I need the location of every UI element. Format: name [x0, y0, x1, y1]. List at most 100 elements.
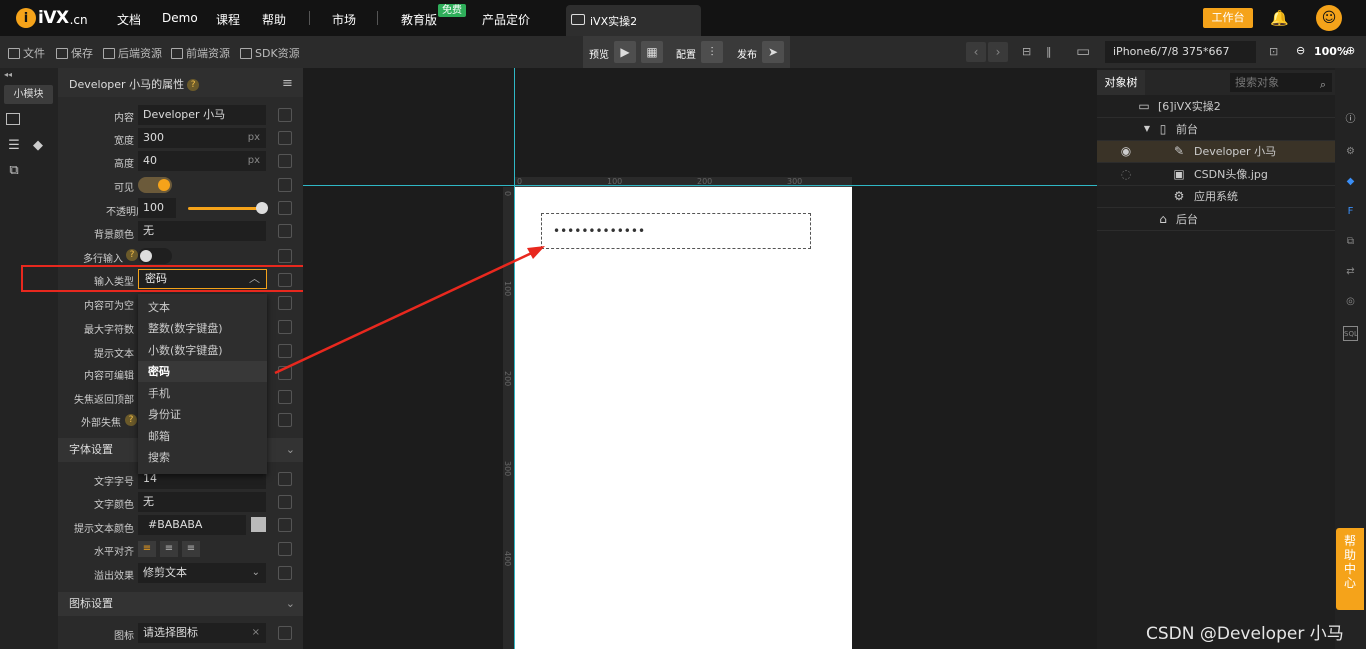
nav-demo[interactable]: Demo [162, 11, 198, 25]
event-icon[interactable]: ◆ [1343, 174, 1358, 189]
frontend-assets-button[interactable]: 前端资源 [171, 45, 230, 61]
copy-icon[interactable] [278, 366, 292, 380]
help-center-tab[interactable]: 帮助中心 [1336, 528, 1364, 610]
function-icon[interactable]: F [1343, 204, 1358, 219]
tree-item-project[interactable]: ▭ [6]iVX实操2 [1097, 96, 1335, 118]
copy-icon[interactable] [278, 224, 292, 238]
copy-icon[interactable] [278, 518, 292, 532]
width-input[interactable]: 300 px [138, 128, 266, 148]
option-decimal[interactable]: 小数(数字键盘) [138, 340, 267, 361]
opacity-slider-handle[interactable] [256, 202, 268, 214]
tree-item-input[interactable]: ◉ ✎ Developer 小马 [1097, 141, 1335, 163]
nav-docs[interactable]: 文档 [117, 11, 141, 28]
info-icon[interactable]: ⓘ [1343, 112, 1358, 127]
diamond-icon[interactable]: ◆ [30, 138, 46, 154]
logo[interactable]: i iVX .cn [16, 6, 96, 30]
copy-icon[interactable] [278, 472, 292, 486]
help-icon[interactable]: ? [125, 414, 137, 426]
database-icon[interactable]: ◎ [1343, 294, 1358, 309]
height-input[interactable]: 40 px [138, 151, 266, 171]
copy-icon[interactable] [278, 542, 292, 556]
tune-icon[interactable]: ☰ [6, 138, 22, 154]
edit-icon[interactable] [6, 113, 20, 125]
nav-help[interactable]: 帮助 [262, 11, 286, 28]
redo-arrow-icon[interactable]: › [988, 42, 1008, 62]
option-text[interactable]: 文本 [138, 297, 267, 318]
bell-icon[interactable]: 🔔 [1270, 9, 1289, 27]
eye-icon[interactable]: ◉ [1119, 144, 1133, 158]
copy-icon[interactable] [278, 201, 292, 215]
play-icon[interactable]: ▶ [614, 41, 636, 63]
file-tab[interactable]: iVX实操2 [566, 5, 701, 36]
option-integer[interactable]: 整数(数字键盘) [138, 318, 267, 339]
align-right-icon[interactable]: ≡ [182, 541, 200, 557]
password-input-component[interactable]: ••••••••••••• [541, 213, 811, 249]
opacity-slider-track[interactable] [188, 207, 262, 210]
copy-icon[interactable] [278, 178, 292, 192]
copy-icon[interactable] [278, 566, 292, 580]
align-icon[interactable]: ⊟ [1022, 45, 1031, 58]
nav-course[interactable]: 课程 [216, 11, 240, 28]
send-icon[interactable]: ➤ [762, 41, 784, 63]
nav-education[interactable]: 教育版 [401, 11, 437, 28]
option-search[interactable]: 搜索 [138, 447, 267, 468]
option-id-card[interactable]: 身份证 [138, 404, 267, 425]
save-button[interactable]: 保存 [56, 45, 93, 61]
copy-icon[interactable] [278, 626, 292, 640]
option-password[interactable]: 密码 [138, 361, 267, 382]
tree-item-frontend[interactable]: ▼ ▯ 前台 [1097, 119, 1335, 141]
copy-icon[interactable] [278, 154, 292, 168]
align-left-icon[interactable]: ≡ [138, 541, 156, 557]
option-phone[interactable]: 手机 [138, 383, 267, 404]
clear-icon[interactable]: × [252, 623, 260, 643]
fit-screen-icon[interactable]: ⊡ [1269, 45, 1278, 58]
search-icon[interactable]: ⌕ [1320, 75, 1326, 94]
icon-settings-header[interactable]: 图标设置 ⌄ [58, 592, 303, 616]
align-center-icon[interactable]: ≡ [160, 541, 178, 557]
distribute-icon[interactable]: ‖ [1046, 45, 1052, 58]
tree-item-backend[interactable]: ⌂ 后台 [1097, 209, 1335, 231]
zoom-in-icon[interactable]: ⊕ [1346, 44, 1355, 57]
collapse-icon[interactable]: ◂◂ [4, 70, 12, 79]
undo-arrow-icon[interactable]: ‹ [966, 42, 986, 62]
search-doc-icon[interactable]: ⧉ [6, 163, 22, 179]
workbench-button[interactable]: 工作台 [1203, 8, 1253, 28]
copy-icon[interactable] [278, 413, 292, 427]
module-tab[interactable]: 小模块 [4, 85, 53, 104]
file-button[interactable]: 文件 [8, 45, 45, 61]
copy-icon[interactable] [278, 495, 292, 509]
copy-icon[interactable] [278, 108, 292, 122]
sliders-icon[interactable]: ⫶ [701, 41, 723, 63]
backend-assets-button[interactable]: 后端资源 [103, 45, 162, 61]
component-settings-icon[interactable]: ⚙ [1343, 144, 1358, 159]
overflow-select[interactable]: 修剪文本 ⌄ [138, 563, 266, 583]
sql-icon[interactable]: SQL [1343, 326, 1358, 341]
nav-market[interactable]: 市场 [332, 11, 356, 28]
qr-icon[interactable]: ▦ [641, 41, 663, 63]
color-swatch[interactable] [251, 517, 266, 532]
copy-icon[interactable] [278, 344, 292, 358]
device-select[interactable]: iPhone6/7/8 375*667 [1105, 41, 1256, 63]
tree-item-image[interactable]: ◌ ▣ CSDN头像.jpg [1097, 164, 1335, 186]
copy-page-icon[interactable]: ⧉ [1343, 234, 1358, 249]
font-color-input[interactable]: 无 [138, 492, 266, 512]
option-email[interactable]: 邮箱 [138, 426, 267, 447]
hint-color-input[interactable]: #BABABA [138, 515, 246, 535]
caret-down-icon[interactable]: ▼ [1140, 122, 1154, 136]
zoom-out-icon[interactable]: ⊖ [1296, 44, 1305, 57]
content-input[interactable]: Developer 小马 [138, 105, 266, 125]
copy-icon[interactable] [278, 390, 292, 404]
avatar[interactable]: ☺ [1316, 5, 1342, 31]
sdk-assets-button[interactable]: SDK资源 [240, 45, 300, 61]
copy-icon[interactable] [278, 249, 292, 263]
menu-icon[interactable]: ≡ [282, 76, 293, 91]
opacity-input[interactable]: 100 % [138, 198, 176, 234]
visible-toggle[interactable] [138, 177, 172, 193]
tree-item-system[interactable]: ⚙ 应用系统 [1097, 186, 1335, 208]
help-icon[interactable]: ? [126, 249, 138, 261]
eye-off-icon[interactable]: ◌ [1119, 167, 1133, 181]
copy-icon[interactable] [278, 296, 292, 310]
swap-icon[interactable]: ⇄ [1343, 264, 1358, 279]
copy-icon[interactable] [278, 131, 292, 145]
nav-pricing[interactable]: 产品定价 [482, 11, 530, 28]
